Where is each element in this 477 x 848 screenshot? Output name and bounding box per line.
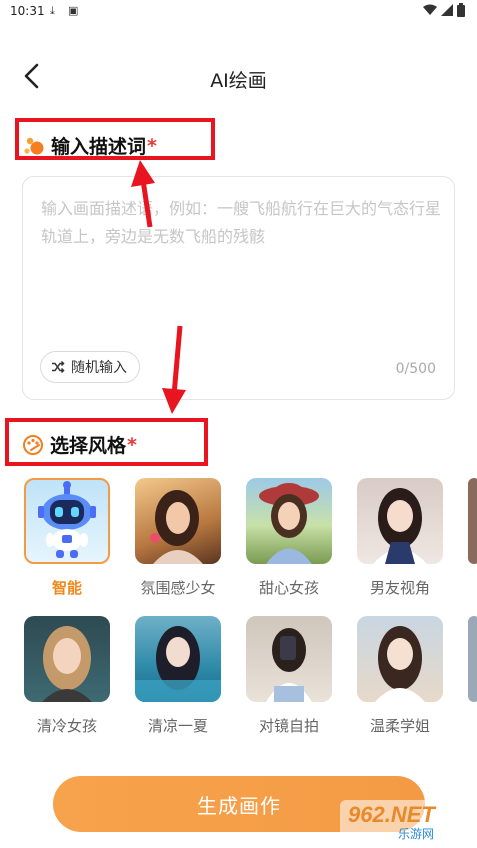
status-time: 10:31: [10, 4, 45, 18]
style-label: 温柔学姐: [369, 717, 430, 735]
style-label: 甜心女孩: [258, 579, 319, 597]
portrait-image: [42, 626, 92, 702]
style-thumbnail: [24, 616, 110, 702]
style-label: 男友视角: [369, 579, 430, 597]
style-thumbnail: [468, 478, 477, 564]
watermark-bottom: 乐游网: [398, 827, 434, 841]
watermark-logo: 962.NET 乐游网: [340, 800, 472, 842]
description-placeholder: 输入画面描述语，例如：一艘飞船航行在巨大的气态行星轨道上，旁边是无数飞船的残骸: [41, 199, 442, 246]
style-label: 清凉一夏: [147, 717, 208, 735]
wifi-icon: [423, 4, 437, 15]
random-input-button[interactable]: 随机输入: [40, 351, 140, 383]
style-label: 智能: [51, 579, 82, 597]
page-title: AI绘画: [210, 70, 267, 92]
style-thumbnail: [246, 616, 332, 702]
portrait-image: [135, 626, 221, 702]
download-icon: ⤓: [50, 4, 55, 17]
site-watermark: 962.NET 乐游网: [338, 798, 474, 844]
signal-icon: [441, 4, 453, 16]
portrait-image: [266, 628, 312, 702]
style-label: 氛围感少女: [140, 579, 216, 597]
portrait-image: [150, 490, 203, 564]
char-counter: 0/500: [395, 361, 436, 377]
style-thumbnail: [135, 478, 221, 564]
style-thumbnail: [468, 616, 477, 702]
style-label: 对镜自拍: [258, 717, 319, 735]
portrait-image: [259, 483, 319, 564]
description-textarea[interactable]: 输入画面描述语，例如：一艘飞船航行在巨大的气态行星轨道上，旁边是无数飞船的残骸 …: [22, 176, 455, 400]
style-thumbnail: [246, 478, 332, 564]
style-thumbnail: [24, 478, 110, 564]
portrait-image: [375, 626, 425, 702]
style-label: 清冷女孩: [36, 717, 97, 735]
shuffle-icon: [52, 360, 65, 374]
notification-icon: ▣: [68, 4, 79, 17]
portrait-image: [373, 488, 427, 564]
robot-icon: [38, 481, 96, 558]
style-thumbnail: [357, 616, 443, 702]
status-icons: [423, 3, 465, 17]
status-bar: 10:31 ⤓ ▣: [0, 0, 477, 24]
random-input-label: 随机输入: [71, 360, 127, 376]
style-thumbnail: [357, 478, 443, 564]
annotation-box-description: [15, 118, 215, 160]
battery-icon: [457, 3, 465, 17]
annotation-box-style: [5, 418, 208, 466]
watermark-top: 962.NET: [348, 802, 436, 827]
style-thumbnail: [135, 616, 221, 702]
